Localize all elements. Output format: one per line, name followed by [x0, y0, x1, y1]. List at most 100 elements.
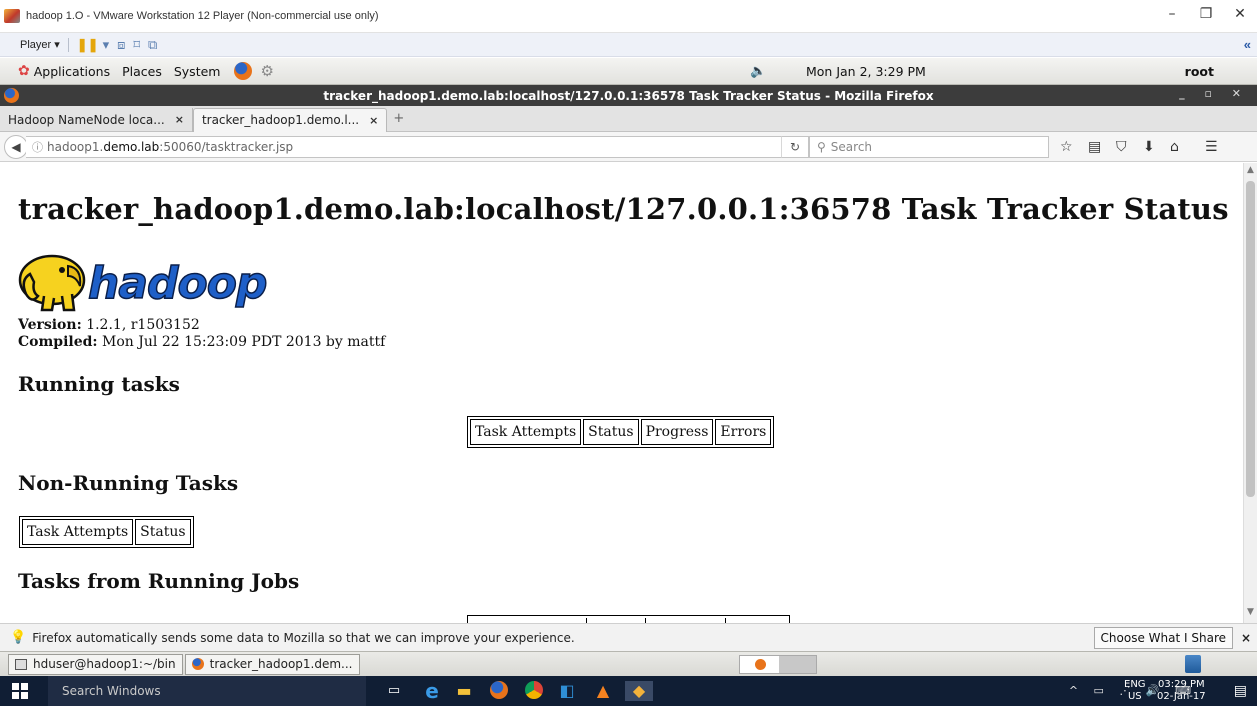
trash-icon[interactable]	[1185, 655, 1201, 673]
vlc-taskbar-icon[interactable]: ▲	[592, 681, 614, 701]
clock-time: 03:29 PM	[1157, 679, 1205, 690]
vmware-app-icon	[4, 9, 20, 23]
compiled-label: Compiled:	[18, 334, 98, 350]
reading-list-icon[interactable]: ▤	[1088, 139, 1101, 155]
column-header: Task Attempts	[22, 519, 134, 545]
collapse-toolbar-icon[interactable]: «	[1244, 37, 1251, 52]
windows-start-icon[interactable]	[12, 683, 28, 699]
scroll-up-icon[interactable]: ▲	[1245, 165, 1256, 179]
gnome-top-panel: ✿ Applications Places System ⚙ 🔈 Mon Jan…	[0, 58, 1257, 85]
vmware-taskbar-icon[interactable]: ◆	[625, 681, 653, 701]
tab-close-icon[interactable]: ×	[175, 113, 184, 126]
scroll-down-icon[interactable]: ▼	[1245, 607, 1256, 621]
input-language[interactable]: ENG US	[1124, 679, 1146, 703]
table-header-row: Task Attempts Status	[22, 519, 191, 545]
firefox-window-thumbnail-icon	[755, 658, 766, 670]
lightbulb-icon: 💡	[10, 630, 27, 645]
task-label: tracker_hadoop1.dem...	[209, 657, 353, 671]
page-scrollbar[interactable]: ▲ ▼	[1243, 163, 1257, 623]
minimize-button[interactable]: –	[1157, 6, 1187, 22]
running-jobs-table-edge	[467, 615, 790, 623]
places-menu[interactable]: Places	[122, 64, 162, 79]
url-path: :50060/tasktracker.jsp	[159, 139, 294, 154]
scrollbar-thumb[interactable]	[1246, 181, 1255, 497]
tab-namenode[interactable]: Hadoop NameNode loca... ×	[0, 107, 193, 132]
firefox-window-title: tracker_hadoop1.demo.lab:localhost/127.0…	[323, 88, 934, 103]
store-taskbar-icon[interactable]: ◧	[556, 681, 578, 701]
firefox-icon	[191, 658, 204, 670]
column-header: Task Attempts	[470, 419, 582, 445]
non-running-tasks-heading: Non-Running Tasks	[18, 471, 239, 495]
region-code: US	[1127, 691, 1142, 702]
language-code: ENG	[1124, 679, 1146, 690]
player-menu[interactable]: Player ▾	[20, 38, 60, 51]
file-explorer-icon[interactable]: ▬	[453, 681, 475, 701]
windows-taskbar: Search Windows ▭ e ▬ ◧ ▲ ◆ ^ ▭ ⋰ 🔊 ⌨ ENG…	[0, 676, 1257, 706]
table-header-row: Task Attempts Status Progress Errors	[470, 419, 772, 445]
firefox-taskbar-icon[interactable]	[488, 681, 510, 701]
running-tasks-heading: Running tasks	[18, 372, 180, 396]
unity-icon[interactable]: ⧉	[148, 37, 157, 53]
edge-browser-icon[interactable]: e	[421, 681, 443, 701]
tab-label: tracker_hadoop1.demo.l...	[201, 113, 360, 127]
notification-close-icon[interactable]: ×	[1241, 631, 1251, 645]
column-header: Progress	[640, 419, 714, 445]
taskbar-item-terminal[interactable]: hduser@hadoop1:~/bin	[8, 653, 183, 675]
applications-menu-icon: ✿	[18, 63, 30, 79]
chrome-taskbar-icon[interactable]	[523, 681, 545, 701]
column-header: Status	[135, 519, 191, 545]
choose-what-i-share-button[interactable]: Choose What I Share	[1093, 626, 1233, 649]
dropdown-arrow-icon[interactable]: ▾	[103, 37, 110, 53]
tab-tasktracker[interactable]: tracker_hadoop1.demo.l... ×	[192, 107, 388, 132]
terminal-icon	[15, 658, 27, 670]
taskbar-clock[interactable]: 03:29 PM 02-Jan-17	[1157, 679, 1206, 703]
vmware-toolbar: Player ▾ ❚❚ ▾ ⧈ ⌑ ⧉ «	[0, 33, 1257, 57]
windows-search-box[interactable]: Search Windows	[48, 676, 366, 706]
gnome-bottom-panel: hduser@hadoop1:~/bin tracker_hadoop1.dem…	[0, 651, 1257, 676]
site-info-icon[interactable]: ⓘ	[32, 139, 43, 155]
pause-icon[interactable]: ❚❚	[77, 37, 99, 53]
system-menu[interactable]: System	[174, 64, 221, 79]
version-label: Version:	[18, 317, 82, 333]
pocket-icon[interactable]: ⛉	[1116, 139, 1127, 155]
restore-button[interactable]: ❐	[1191, 6, 1221, 22]
running-jobs-tasks-heading: Tasks from Running Jobs	[18, 569, 300, 593]
applications-menu[interactable]: Applications	[34, 64, 110, 79]
clock-date: 02-Jan-17	[1157, 691, 1206, 702]
page-title: tracker_hadoop1.demo.lab:localhost/127.0…	[18, 192, 1229, 226]
home-icon[interactable]: ⌂	[1170, 139, 1179, 155]
taskbar-item-firefox[interactable]: tracker_hadoop1.dem...	[184, 653, 360, 675]
volume-icon[interactable]: 🔈	[750, 64, 766, 79]
back-arrow-icon[interactable]: ◀	[4, 134, 28, 159]
action-center-icon[interactable]: ▤	[1234, 683, 1247, 699]
vmware-title-bar: hadoop 1.O - VMware Workstation 12 Playe…	[0, 0, 1257, 33]
menu-icon[interactable]: ☰	[1205, 139, 1218, 155]
close-button[interactable]: ✕	[1225, 6, 1255, 22]
downloads-icon[interactable]: ⬇	[1143, 139, 1155, 155]
tab-close-icon[interactable]: ×	[369, 114, 378, 127]
column-header: Errors	[715, 419, 772, 445]
search-box[interactable]: ⚲ Search	[809, 135, 1049, 158]
fullscreen-icon[interactable]: ⌑	[133, 37, 140, 53]
settings-launcher-icon[interactable]: ⚙	[260, 62, 273, 80]
non-running-tasks-table: Task Attempts Status	[19, 516, 194, 548]
url-host: demo.lab	[103, 139, 160, 154]
panel-clock[interactable]: Mon Jan 2, 3:29 PM	[806, 64, 926, 79]
running-tasks-table: Task Attempts Status Progress Errors	[467, 416, 775, 448]
network-icon[interactable]: ⧈	[117, 37, 125, 53]
task-view-icon[interactable]: ▭	[383, 681, 405, 701]
reload-icon[interactable]: ↻	[781, 135, 809, 158]
page-content: tracker_hadoop1.demo.lab:localhost/127.0…	[0, 163, 1243, 623]
toolbar-divider	[67, 37, 69, 52]
firefox-launcher-icon[interactable]	[234, 62, 253, 80]
new-tab-button[interactable]: +	[393, 111, 404, 126]
firefox-window-controls[interactable]: _ ▫ ✕	[1179, 87, 1249, 100]
firefox-window-title-bar: tracker_hadoop1.demo.lab:localhost/127.0…	[0, 85, 1257, 106]
navigation-bar: ◀ ⓘ hadoop1. demo.lab:50060/tasktracker.j…	[0, 132, 1257, 162]
url-bar[interactable]: ⓘ hadoop1. demo.lab:50060/tasktracker.jsp	[26, 135, 806, 158]
bookmark-star-icon[interactable]: ☆	[1060, 139, 1073, 155]
user-menu[interactable]: root	[1185, 64, 1214, 79]
search-placeholder: Search	[830, 139, 873, 154]
workspace-switcher[interactable]	[739, 654, 817, 674]
compiled-value: Mon Jul 22 15:23:09 PDT 2013 by mattf	[97, 334, 386, 350]
